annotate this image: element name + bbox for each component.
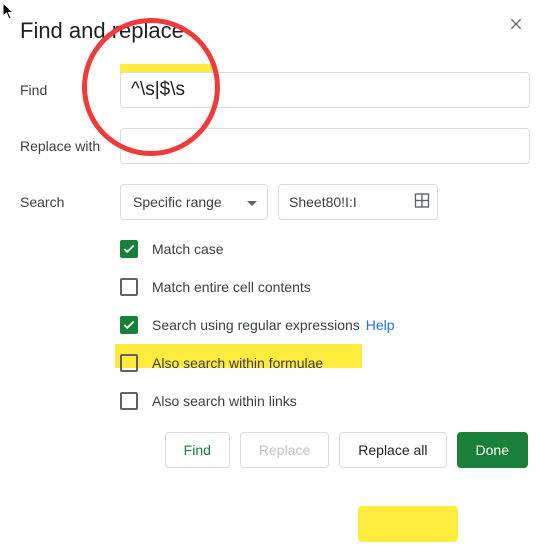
close-button[interactable]: [508, 16, 528, 36]
replace-input[interactable]: [120, 128, 530, 164]
search-scope-value: Specific range: [133, 194, 222, 210]
replace-label: Replace with: [20, 138, 120, 154]
formulae-checkbox[interactable]: [120, 354, 138, 372]
button-bar: Find Replace Replace all Done: [20, 432, 530, 468]
replace-all-button-label: Replace all: [358, 442, 427, 458]
done-button[interactable]: Done: [457, 432, 528, 468]
search-label: Search: [20, 194, 120, 210]
dialog-title: Find and replace: [20, 18, 530, 44]
chevron-down-icon: [247, 194, 257, 210]
replace-row: Replace with: [20, 128, 530, 164]
match-entire-label: Match entire cell contents: [152, 279, 311, 295]
match-entire-checkbox[interactable]: [120, 278, 138, 296]
option-match-entire: Match entire cell contents: [120, 278, 530, 296]
regex-help-link[interactable]: Help: [366, 317, 395, 333]
find-button[interactable]: Find: [165, 432, 230, 468]
highlight-replace-all: [358, 506, 458, 542]
links-label: Also search within links: [152, 393, 297, 409]
search-scope-dropdown[interactable]: Specific range: [120, 184, 268, 220]
find-label: Find: [20, 82, 120, 98]
search-row: Search Specific range: [20, 184, 530, 220]
done-button-label: Done: [476, 442, 509, 458]
links-checkbox[interactable]: [120, 392, 138, 410]
select-range-icon[interactable]: [414, 193, 430, 212]
find-button-label: Find: [184, 442, 211, 458]
regex-checkbox[interactable]: [120, 316, 138, 334]
find-input[interactable]: [120, 72, 530, 108]
find-replace-dialog: Find and replace Find Replace with Searc…: [0, 0, 550, 480]
option-regex: Search using regular expressions Help: [120, 316, 530, 334]
match-case-checkbox[interactable]: [120, 240, 138, 258]
regex-label: Search using regular expressions: [152, 317, 360, 333]
option-links: Also search within links: [120, 392, 530, 410]
option-formulae: Also search within formulae: [120, 354, 530, 372]
option-match-case: Match case: [120, 240, 530, 258]
replace-button-label: Replace: [259, 442, 310, 458]
options-group: Match case Match entire cell contents Se…: [120, 240, 530, 410]
close-icon: [508, 19, 524, 35]
formulae-label: Also search within formulae: [152, 355, 323, 371]
find-row: Find: [20, 72, 530, 108]
match-case-label: Match case: [152, 241, 224, 257]
range-input-wrap: [278, 184, 438, 220]
replace-button[interactable]: Replace: [240, 432, 329, 468]
replace-all-button[interactable]: Replace all: [339, 432, 446, 468]
